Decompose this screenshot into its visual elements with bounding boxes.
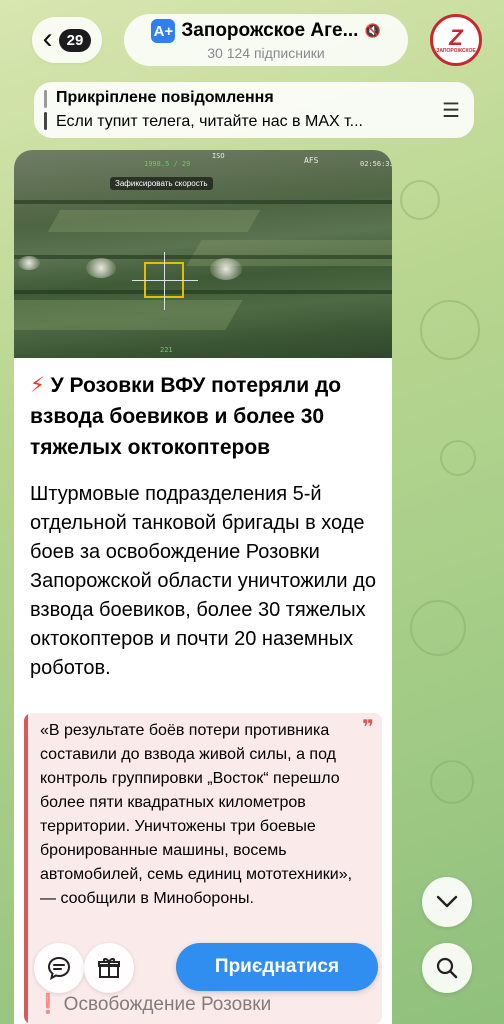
scroll-down-button[interactable]: [422, 877, 472, 927]
post-headline-text: У Розовки ВФУ потеряли до взвода боевико…: [30, 374, 342, 459]
muted-icon: 🔇: [364, 23, 381, 38]
hud-iso: ISO: [212, 152, 225, 160]
hud-afs: AFS: [304, 156, 319, 165]
pinned-indicator-active: [44, 112, 47, 130]
chevron-left-icon: ‹: [42, 21, 53, 55]
pinned-message-bar[interactable]: Прикріплене повідомлення Если тупит теле…: [34, 82, 474, 138]
video-field: [47, 210, 261, 232]
background-doodle: [440, 440, 476, 476]
channel-type-icon: A+: [151, 19, 176, 43]
chevron-down-icon: [436, 895, 458, 908]
search-button[interactable]: [422, 943, 472, 993]
pinned-title: Прикріплене повідомлення: [56, 89, 274, 106]
message-bubble: 1998.5 / 29 ISO AFS 02:56:33 Зафиксирова…: [14, 150, 392, 1024]
next-message-text: Освобождение Розовки: [63, 994, 272, 1015]
video-treeline: [14, 255, 392, 259]
background-doodle: [400, 180, 440, 220]
background-doodle: [430, 760, 474, 804]
comments-button[interactable]: [34, 943, 84, 993]
comment-icon: [47, 956, 71, 980]
pinned-indicator: [44, 90, 47, 108]
avatar-logo-caption: ЗАПОРОЖСКОЕ: [436, 47, 476, 54]
smoke-plume: [18, 256, 40, 270]
join-channel-button[interactable]: Приєднатися: [176, 943, 378, 991]
targeting-reticle: [132, 252, 198, 310]
video-treeline: [14, 200, 392, 204]
video-treeline: [14, 290, 392, 294]
smoke-plume: [86, 258, 116, 278]
pinned-text: Если тупит телега, читайте нас в МАХ т..…: [56, 113, 363, 130]
hud-altitude: 221: [160, 346, 173, 354]
hud-time: 02:56:33: [360, 160, 392, 168]
subscriber-count: 30 124 підписники: [207, 45, 325, 61]
chat-header: ‹ 29 A+ Запорожское Аге... 🔇 30 124 підп…: [0, 0, 504, 78]
pinned-list-icon[interactable]: ☰: [442, 98, 460, 123]
background-doodle: [420, 300, 480, 360]
exclamation-icon: ❗: [36, 994, 60, 1015]
video-field: [14, 300, 243, 330]
quote-bar: [24, 713, 28, 1024]
channel-title-pill[interactable]: A+ Запорожское Аге... 🔇 30 124 підписник…: [124, 14, 408, 66]
lightning-icon: ⚡: [30, 374, 45, 397]
avatar-logo-letter: Z: [449, 24, 463, 50]
next-message-preview: ❗ Освобождение Розовки: [36, 992, 271, 1016]
gift-button[interactable]: [84, 943, 134, 993]
back-button[interactable]: ‹ 29: [32, 17, 102, 63]
channel-avatar[interactable]: Z ЗАПОРОЖСКОЕ: [430, 14, 482, 66]
gift-icon: [98, 958, 120, 978]
background-doodle: [410, 600, 466, 656]
unread-count-badge: 29: [58, 28, 92, 52]
hud-coord: 1998.5 / 29: [144, 160, 191, 168]
post-body: Штурмовые подразделения 5-й отдельной та…: [30, 483, 376, 679]
search-icon: [436, 957, 458, 979]
hud-overlay-label: Зафиксировать скорость: [110, 177, 213, 190]
quote-text: «В результате боёв потери противника сос…: [40, 722, 353, 907]
post-headline: ⚡ У Розовки ВФУ потеряли до взвода боеви…: [30, 370, 380, 463]
smoke-plume: [210, 258, 242, 280]
channel-title: Запорожское Аге...: [181, 20, 359, 41]
post-video[interactable]: 1998.5 / 29 ISO AFS 02:56:33 Зафиксирова…: [14, 150, 392, 358]
